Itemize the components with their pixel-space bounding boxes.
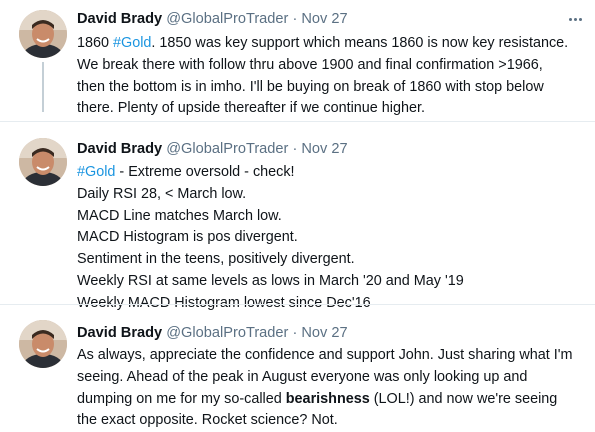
tweet-line: Weekly RSI at same levels as lows in Mar… <box>77 272 464 289</box>
tweet-line: then the bottom is in imho. I'll be buyi… <box>77 78 544 95</box>
separator-dot: · <box>292 325 298 341</box>
tweet-line: seeing. Ahead of the peak in August ever… <box>77 368 528 385</box>
text-fragment: (LOL!) and now we're seeing <box>369 390 558 407</box>
avatar-photo <box>19 10 67 58</box>
author-name[interactable]: David Brady <box>77 325 162 341</box>
avatar-photo <box>19 320 67 368</box>
tweet-text: As always, appreciate the confidence and… <box>77 345 587 432</box>
thread-line <box>42 62 44 112</box>
author-name[interactable]: David Brady <box>77 141 162 157</box>
tweet[interactable]: David Brady @GlobalProTrader · Nov 27 #G… <box>0 121 595 311</box>
tweet-line: the exact opposite. Rocket science? Not. <box>77 412 338 429</box>
tweet-line: 1860 #Gold. 1850 was key support which m… <box>77 33 587 55</box>
tweet-line: MACD Line matches March low. <box>77 207 282 224</box>
avatar[interactable] <box>19 320 67 368</box>
bold-text: bearishness <box>285 390 370 407</box>
author-handle[interactable]: @GlobalProTrader <box>166 11 288 27</box>
tweet-line: Daily RSI 28, < March low. <box>77 185 247 202</box>
avatar-photo <box>19 138 67 186</box>
tweet-text: #Gold - Extreme oversold - check! Daily … <box>77 162 587 315</box>
tweet-line: We break there with follow thru above 19… <box>77 56 543 73</box>
tweet[interactable]: David Brady @GlobalProTrader · Nov 27 18… <box>0 0 595 121</box>
tweet-date[interactable]: Nov 27 <box>301 11 347 27</box>
tweet-line: Sentiment in the teens, positively diver… <box>77 251 355 268</box>
tweet-line: #Gold - Extreme oversold - check! <box>77 162 587 184</box>
author-name[interactable]: David Brady <box>77 11 162 27</box>
text-fragment: 1860 <box>77 35 114 51</box>
tweet-line: there. Plenty of upside thereafter if we… <box>77 100 425 117</box>
tweet-line: dumping on me for my so-called bearishne… <box>77 389 587 411</box>
tweet-header: David Brady @GlobalProTrader · Nov 27 <box>77 10 348 28</box>
avatar[interactable] <box>19 138 67 186</box>
text-fragment: . 1850 was key support which means 1860 … <box>151 35 569 51</box>
author-handle[interactable]: @GlobalProTrader <box>166 325 288 341</box>
tweet-date[interactable]: Nov 27 <box>301 141 347 157</box>
tweet[interactable]: David Brady @GlobalProTrader · Nov 27 As… <box>0 304 595 431</box>
hashtag-link[interactable]: #Gold <box>77 164 115 180</box>
tweet-header: David Brady @GlobalProTrader · Nov 27 <box>77 140 348 158</box>
tweet-line: MACD Histogram is pos divergent. <box>77 229 298 246</box>
separator-dot: · <box>292 141 298 157</box>
tweet-date[interactable]: Nov 27 <box>301 325 347 341</box>
avatar[interactable] <box>19 10 67 58</box>
tweet-line: As always, appreciate the confidence and… <box>77 347 573 363</box>
hashtag-link[interactable]: #Gold <box>113 35 151 51</box>
separator-dot: · <box>292 11 298 27</box>
more-horizontal-icon[interactable] <box>564 12 586 26</box>
tweet-text: 1860 #Gold. 1850 was key support which m… <box>77 33 587 120</box>
text-fragment: - Extreme oversold - check! <box>115 164 295 180</box>
author-handle[interactable]: @GlobalProTrader <box>166 141 288 157</box>
tweet-header: David Brady @GlobalProTrader · Nov 27 <box>77 324 348 342</box>
text-fragment: dumping on me for my so-called <box>77 390 286 407</box>
